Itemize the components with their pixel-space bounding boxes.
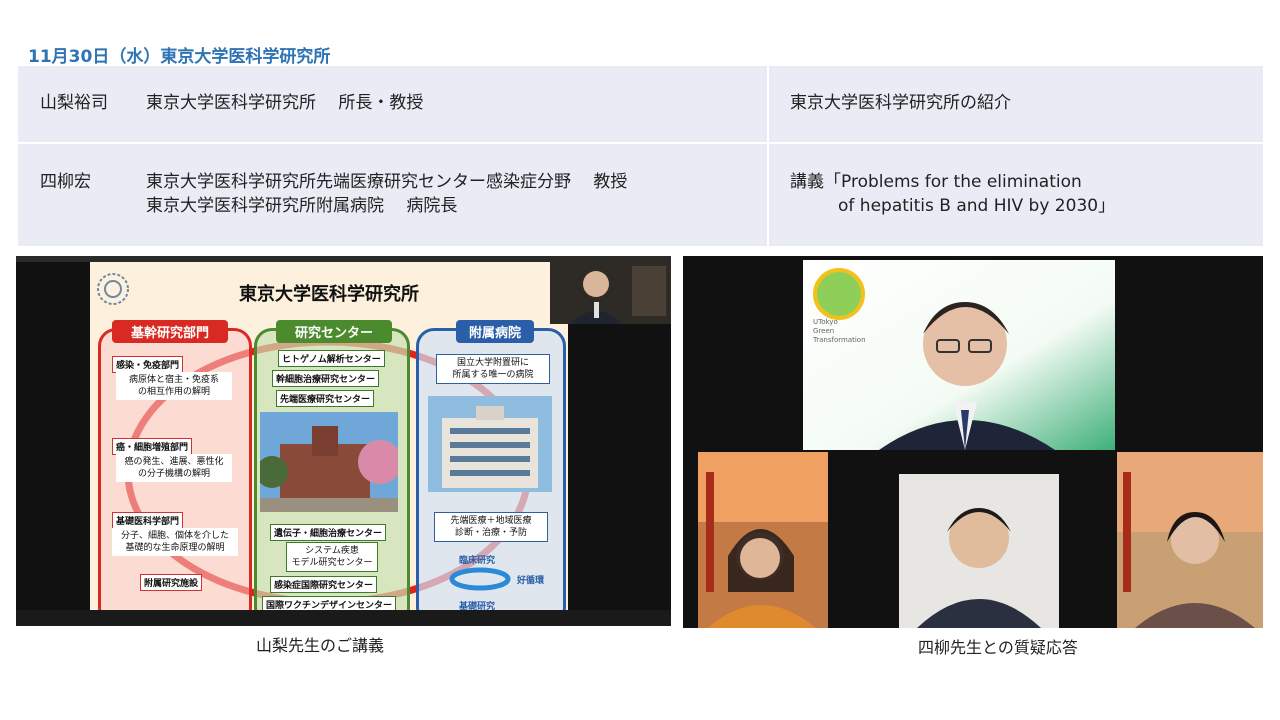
affiliation-line: 東京大学医科学研究所 所長・教授 bbox=[146, 93, 424, 113]
facility-label: 附属研究施設 bbox=[140, 574, 203, 591]
hospital-desc: 国立大学附置研に 所属する唯一の病院 bbox=[436, 354, 550, 384]
speaker-video-thumbnail bbox=[550, 258, 671, 324]
topic-line: 講義「Problems for the elimination bbox=[790, 172, 1082, 192]
desc-line: 癌の発生、進展、悪性化 bbox=[124, 457, 224, 467]
speaker-affiliation: 東京大学医科学研究所先端医療研究センター感染症分野 教授 東京大学医科学研究所附… bbox=[146, 170, 627, 218]
logo-line: Green bbox=[813, 327, 835, 335]
player-controls bbox=[16, 610, 671, 626]
date-heading: 11月30日（水）東京大学医科学研究所 bbox=[28, 47, 331, 67]
desc-line: の分子機構の解明 bbox=[137, 469, 210, 479]
participant-video-tile bbox=[698, 452, 828, 628]
talk-topic: 講義「Problems for the elimination of hepat… bbox=[790, 170, 1115, 218]
desc-line: 分子、細胞、個体を介した bbox=[120, 531, 229, 541]
table-row: 四柳宏 東京大学医科学研究所先端医療研究センター感染症分野 教授 東京大学医科学… bbox=[18, 144, 1263, 246]
center-label: 先端医療研究センター bbox=[276, 390, 375, 407]
column-header: 研究センター bbox=[276, 320, 392, 343]
desc-line: 病原体と宿主・免疫系 bbox=[128, 375, 219, 385]
qa-screenshot: UTokyo Green Transformation bbox=[683, 256, 1263, 628]
topic-line: 東京大学医科学研究所の紹介 bbox=[790, 93, 1011, 113]
desc-line: の相互作用の解明 bbox=[137, 387, 210, 397]
logo-line: Transformation bbox=[813, 336, 866, 344]
column-header: 基幹研究部門 bbox=[112, 320, 228, 343]
center-label: 感染症国際研究センター bbox=[270, 576, 378, 593]
logo-line: UTokyo bbox=[813, 318, 838, 326]
lecture-screenshot: 東京大学医科学研究所 基幹研究部門 感染・免疫部門 病原体と宿主・免疫系 の相互… bbox=[16, 256, 671, 626]
affiliation-line: 東京大学医科学研究所附属病院 病院長 bbox=[146, 196, 458, 216]
lecture-slide: 東京大学医科学研究所 基幹研究部門 感染・免疫部門 病原体と宿主・免疫系 の相互… bbox=[90, 262, 568, 626]
topic-line: of hepatitis B and HIV by 2030」 bbox=[838, 196, 1116, 216]
hospital-photo bbox=[428, 396, 552, 492]
speaker-name: 四柳宏 bbox=[40, 172, 91, 192]
center-label: ヒトゲノム解析センター bbox=[278, 350, 385, 367]
cycle-label: 好循環 bbox=[517, 576, 545, 586]
speaker-video-tile bbox=[803, 260, 1115, 450]
division-label: 癌・細胞増殖部門 bbox=[112, 438, 193, 455]
division-desc: 病原体と宿主・免疫系 の相互作用の解明 bbox=[116, 372, 232, 400]
left-caption: 山梨先生のご講義 bbox=[256, 636, 385, 655]
center-label: システム疾患 モデル研究センター bbox=[286, 542, 378, 572]
center-label: 遺伝子・細胞治療センター bbox=[270, 524, 387, 541]
virtual-bg-logo-text: UTokyo Green Transformation bbox=[813, 318, 866, 345]
speaker-affiliation: 東京大学医科学研究所 所長・教授 bbox=[146, 91, 423, 115]
center-label: 幹細胞治療研究センター bbox=[272, 370, 380, 387]
cycle-label: 臨床研究 bbox=[459, 556, 496, 566]
division-label: 感染・免疫部門 bbox=[112, 356, 184, 373]
table-row: 山梨裕司 東京大学医科学研究所 所長・教授 東京大学医科学研究所の紹介 bbox=[18, 66, 1263, 142]
schedule-table: 山梨裕司 東京大学医科学研究所 所長・教授 東京大学医科学研究所の紹介 四柳宏 … bbox=[18, 66, 1263, 246]
talk-topic: 東京大学医科学研究所の紹介 bbox=[790, 91, 1011, 115]
speaker-name: 山梨裕司 bbox=[40, 93, 108, 113]
column-header: 附属病院 bbox=[456, 320, 534, 343]
desc-line: 基礎的な生命原理の解明 bbox=[125, 543, 225, 553]
hospital-services: 先端医療＋地域医療 診断・治療・予防 bbox=[434, 512, 548, 542]
division-desc: 癌の発生、進展、悪性化 の分子機構の解明 bbox=[116, 454, 232, 482]
division-label: 基礎医科学部門 bbox=[112, 512, 184, 529]
participant-video-tile bbox=[899, 474, 1059, 628]
campus-photo bbox=[260, 412, 398, 512]
cycle-loop-icon bbox=[449, 567, 511, 591]
participant-video-tile bbox=[1117, 452, 1263, 628]
right-caption: 四柳先生との質疑応答 bbox=[918, 638, 1078, 657]
affiliation-line: 東京大学医科学研究所先端医療研究センター感染症分野 教授 bbox=[146, 172, 628, 192]
division-desc: 分子、細胞、個体を介した 基礎的な生命原理の解明 bbox=[112, 528, 238, 556]
